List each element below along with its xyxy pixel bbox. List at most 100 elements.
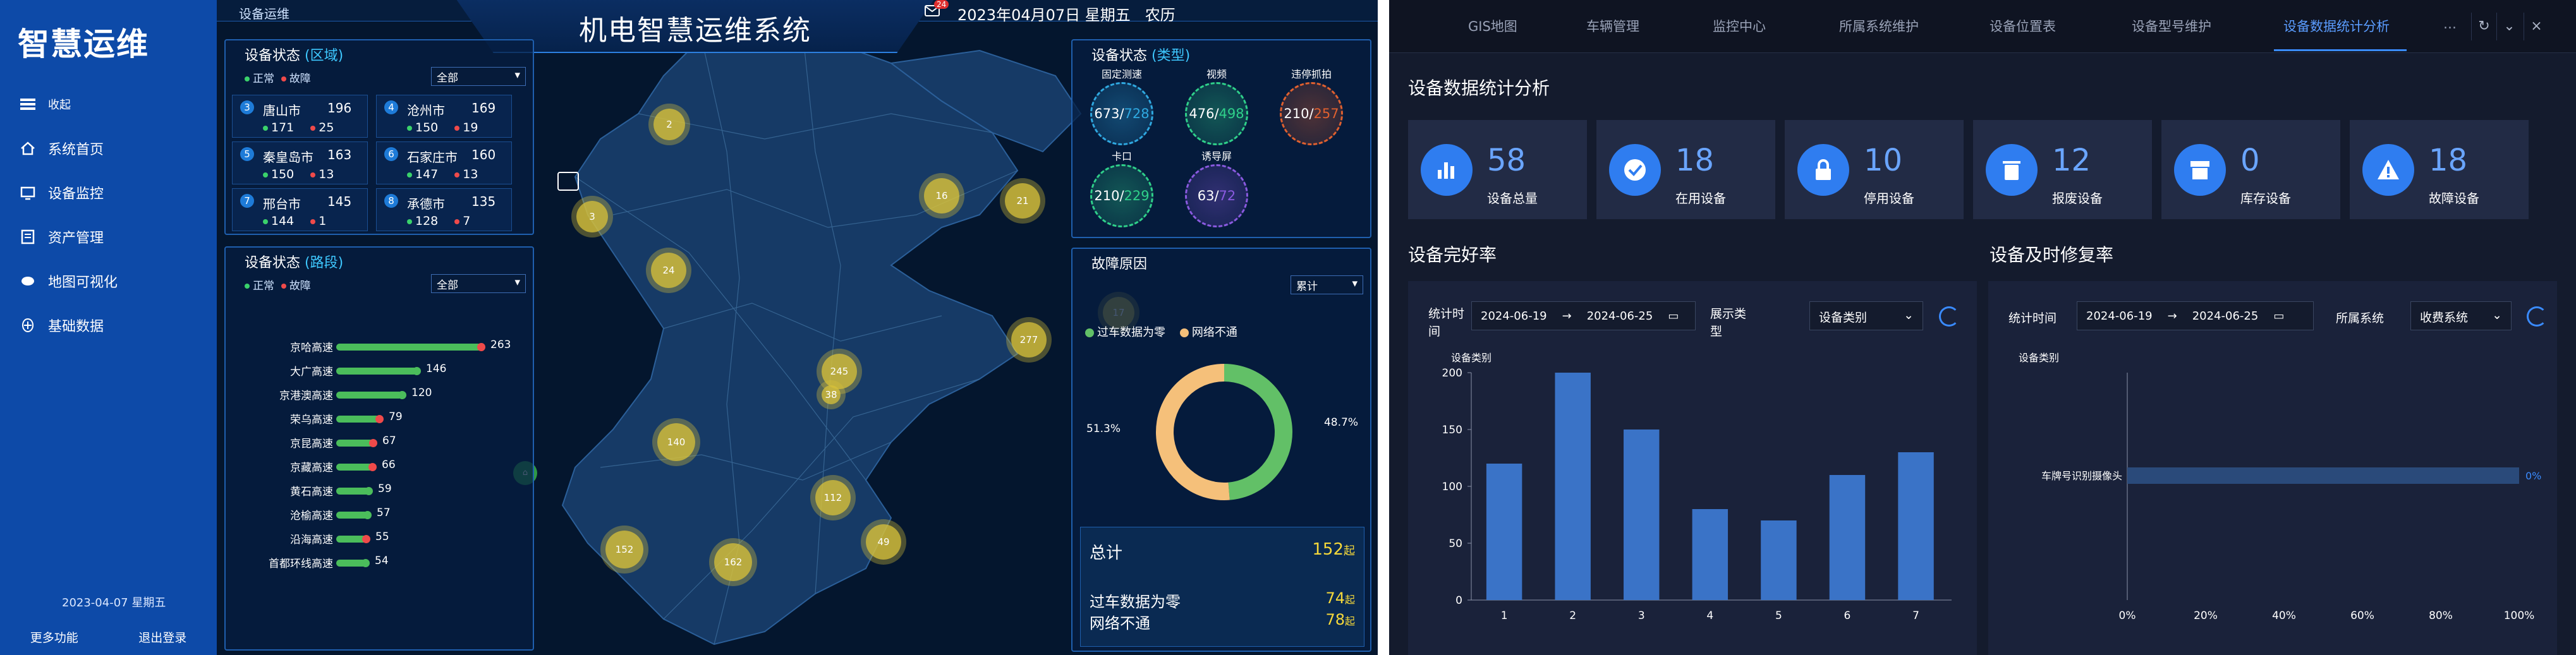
- bar[interactable]: [1624, 430, 1660, 600]
- map-cluster-marker[interactable]: 49: [866, 524, 901, 560]
- stat-value: 58: [1487, 143, 1526, 178]
- road-row[interactable]: 大广高速 146: [226, 360, 529, 382]
- tab-device-location[interactable]: 设备位置表: [1990, 16, 2056, 35]
- sidebar-item-home[interactable]: 系统首页: [19, 126, 209, 171]
- road-row[interactable]: 首都环线高速 54: [226, 552, 529, 574]
- donut-slice[interactable]: [1156, 364, 1230, 500]
- map-cluster-marker[interactable]: 112: [815, 480, 851, 515]
- sidebar-item-collapse[interactable]: 收起: [19, 82, 209, 126]
- panel-title: 故障原因: [1091, 256, 1148, 272]
- tab-monitor-center[interactable]: 监控中心: [1713, 16, 1766, 35]
- tab-more[interactable]: …: [2443, 16, 2457, 32]
- map-cluster-marker[interactable]: 2: [653, 109, 685, 140]
- map-layer-toggle-icon[interactable]: [557, 172, 579, 191]
- city-item[interactable]: 8 承德市 135 128 7: [376, 188, 512, 231]
- normal-dot: [407, 219, 412, 224]
- bar[interactable]: [1486, 464, 1522, 600]
- bar-chart-icon: [1438, 162, 1454, 179]
- road-value: 120: [411, 387, 432, 399]
- normal-dot: [245, 284, 250, 289]
- road-row[interactable]: 黄石高速 59: [226, 480, 529, 502]
- city-item[interactable]: 3 唐山市 196 171 25: [232, 95, 368, 138]
- city-item[interactable]: 5 秦皇岛市 163 150 13: [232, 141, 368, 184]
- tab-device-stats[interactable]: 设备数据统计分析: [2283, 16, 2390, 35]
- stat-card: 10 停用设备: [1785, 120, 1964, 219]
- type-status-circle[interactable]: 63/72: [1185, 164, 1248, 227]
- map-cluster-marker[interactable]: 140: [657, 423, 695, 461]
- tab-device-model[interactable]: 设备型号维护: [2132, 16, 2211, 35]
- map-cluster-marker[interactable]: 245: [822, 354, 857, 389]
- road-row[interactable]: 京藏高速 66: [226, 456, 529, 478]
- city-item[interactable]: 6 石家庄市 160 147 13: [376, 141, 512, 184]
- road-row[interactable]: 京港澳高速 120: [226, 384, 529, 406]
- refresh-icon[interactable]: ↻: [2471, 13, 2496, 40]
- sidebar-date: 2023-04-07 星期五: [62, 596, 166, 610]
- map-cluster-marker[interactable]: 3: [576, 201, 608, 232]
- type-status-circle[interactable]: 210/229: [1090, 164, 1153, 227]
- tab-vehicles[interactable]: 车辆管理: [1586, 16, 1639, 35]
- type-status-circle[interactable]: 210/257: [1280, 82, 1343, 145]
- road-value: 67: [382, 435, 396, 447]
- system-select[interactable]: 收费系统 ⌄: [2410, 301, 2512, 330]
- date-range-picker[interactable]: 2024-06-19 → 2024-06-25 ▭: [1471, 301, 1696, 330]
- map-cluster-marker[interactable]: 152: [605, 531, 643, 568]
- donut-slice[interactable]: [1224, 364, 1293, 500]
- map-cluster-marker[interactable]: 24: [651, 253, 686, 288]
- tab-system-maint[interactable]: 所属系统维护: [1839, 16, 1919, 35]
- type-normal-count: 63: [1197, 188, 1215, 203]
- bar[interactable]: [1761, 520, 1797, 600]
- map-cluster-marker[interactable]: 162: [714, 543, 752, 581]
- total-unit: 起: [1344, 544, 1355, 558]
- bar[interactable]: [1898, 452, 1934, 600]
- bar[interactable]: [1692, 509, 1728, 600]
- close-icon[interactable]: ×: [2524, 13, 2549, 40]
- logout-link[interactable]: 退出登录: [138, 628, 186, 646]
- map-cluster-marker[interactable]: 16: [924, 178, 959, 213]
- road-filter-select[interactable]: 全部: [431, 274, 526, 293]
- city-item[interactable]: 4 沧州市 169 150 19: [376, 95, 512, 138]
- archive-icon: [2190, 161, 2209, 179]
- x-tick-label: 60%: [2350, 610, 2374, 622]
- stat-value: 18: [1675, 143, 1715, 178]
- current-date: 2023年04月07日 星期五: [957, 6, 1131, 24]
- type-separator: /: [1214, 106, 1219, 121]
- bar[interactable]: [1555, 373, 1591, 600]
- road-name: 黄石高速: [290, 486, 333, 498]
- road-row[interactable]: 京哈高速 263: [226, 336, 529, 358]
- road-row[interactable]: 沧榆高速 57: [226, 504, 529, 526]
- tab-gis-map[interactable]: GIS地图: [1468, 16, 1517, 35]
- calendar-icon: ▭: [1668, 309, 1679, 323]
- fault-range-select[interactable]: 累计: [1291, 275, 1363, 294]
- type-status-circle[interactable]: 476/498: [1185, 82, 1248, 145]
- sidebar-item-map[interactable]: 地图可视化: [19, 259, 209, 303]
- road-row[interactable]: 荣乌高速 79: [226, 408, 529, 430]
- type-total-count: 257: [1313, 106, 1339, 121]
- bar-value-label: 0%: [2525, 470, 2541, 482]
- reason-value: 78: [1325, 611, 1345, 628]
- road-row[interactable]: 京昆高速 67: [226, 432, 529, 454]
- stat-icon-badge: [2174, 144, 2226, 196]
- road-value: 263: [490, 339, 511, 351]
- donut-pct-right: 48.7%: [1324, 416, 1358, 429]
- road-row[interactable]: 沿海高速 55: [226, 528, 529, 550]
- legend-normal: 正常: [253, 280, 274, 292]
- map-cluster-marker[interactable]: 277: [1011, 322, 1047, 358]
- city-item[interactable]: 7 邢台市 145 144 1: [232, 188, 368, 231]
- more-functions-link[interactable]: 更多功能: [30, 628, 78, 646]
- sidebar-item-assets[interactable]: 资产管理: [19, 215, 209, 259]
- stat-icon-badge: [1797, 144, 1849, 196]
- display-type-select[interactable]: 设备类别 ⌄: [1809, 301, 1923, 330]
- select-value: 收费系统: [2420, 311, 2469, 325]
- map-cluster-marker[interactable]: 38: [822, 385, 841, 404]
- road-value: 66: [382, 459, 396, 471]
- reason-label: 过车数据为零: [1090, 593, 1181, 611]
- section-title-integrity: 设备完好率: [1408, 244, 1497, 265]
- bar[interactable]: [1829, 475, 1866, 600]
- sidebar-item-monitor[interactable]: 设备监控: [19, 171, 209, 215]
- date-range-picker[interactable]: 2024-06-19 → 2024-06-25 ▭: [2077, 301, 2314, 330]
- sidebar-item-data[interactable]: 基础数据: [19, 303, 209, 347]
- chevron-down-icon[interactable]: ⌄: [2496, 13, 2522, 40]
- type-status-circle[interactable]: 673/728: [1090, 82, 1153, 145]
- region-filter-select[interactable]: 全部: [431, 67, 526, 86]
- map-cluster-marker[interactable]: 21: [1005, 183, 1040, 219]
